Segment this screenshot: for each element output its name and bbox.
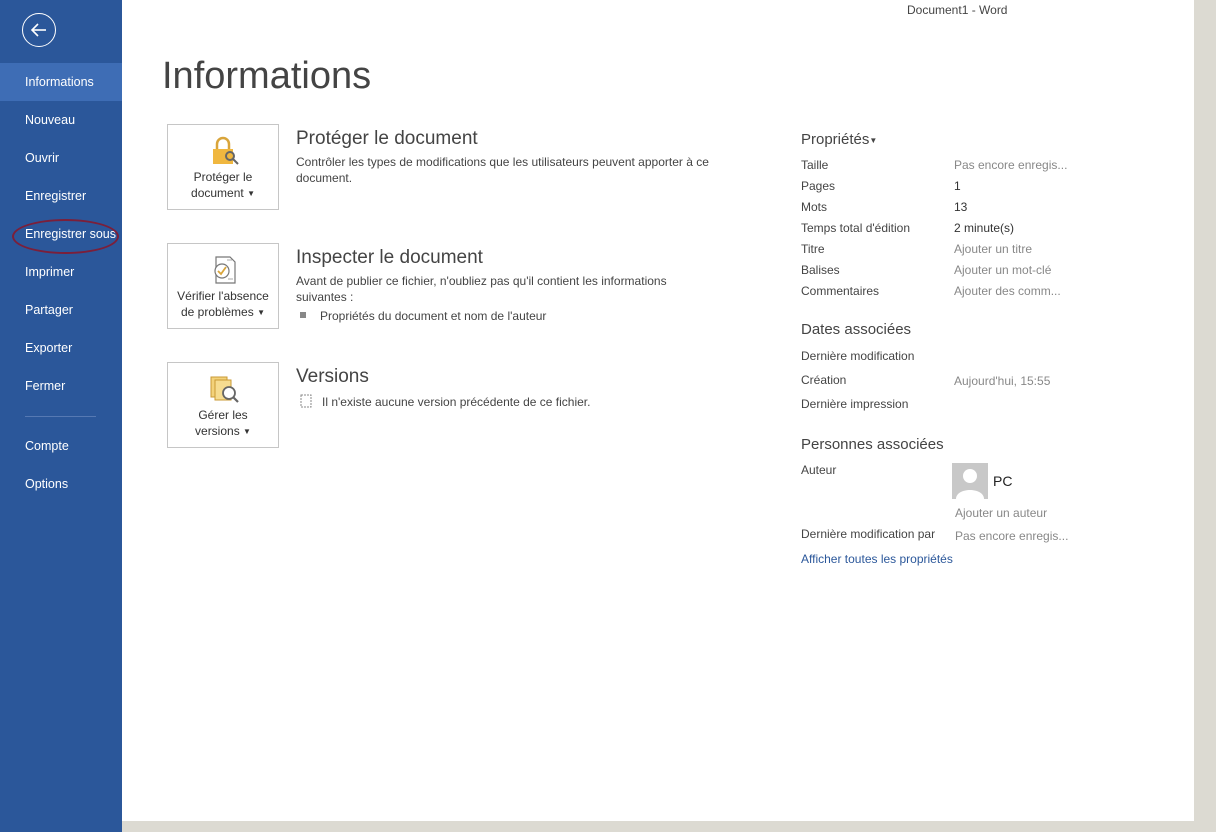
caret-down-icon: ▼ [869,136,878,145]
page-title: Informations [162,55,372,97]
last-modified-by-label: Dernière modification par [801,527,936,541]
caret-down-icon: ▼ [247,189,255,198]
versions-note: Il n'existe aucune version précédente de… [300,394,590,409]
section-desc-inspect: Avant de publier ce fichier, n'oubliez p… [296,274,667,304]
nav-partager[interactable]: Partager [0,291,122,329]
protect-document-button[interactable]: Protéger le document ▼ [167,124,279,210]
inspect-bullet: Propriétés du document et nom de l'auteu… [300,309,546,323]
check-issues-label: Vérifier l'absence de problèmes ▼ [177,289,269,319]
prop-value-balises[interactable]: Ajouter un mot-clé [954,263,1051,277]
protect-document-label: Protéger le document ▼ [191,170,255,200]
prop-label-pages: Pages [801,179,836,193]
backstage-main: Document1 - Word Informations Protéger l… [122,0,1194,821]
nav-separator [25,416,96,417]
last-modified-by-value: Pas encore enregis... [955,529,1069,543]
nav-ouvrir[interactable]: Ouvrir [0,139,122,177]
prop-value-commentaires[interactable]: Ajouter des comm... [954,284,1061,298]
author-label: Auteur [801,463,837,477]
nav-enregistrer[interactable]: Enregistrer [0,177,122,215]
prop-label-commentaires: Commentaires [801,284,880,298]
prop-label-mots: Mots [801,200,828,214]
back-button[interactable] [22,13,56,47]
prop-label-balises: Balises [801,263,840,277]
prop-value-temps: 2 minute(s) [954,221,1015,235]
nav-fermer[interactable]: Fermer [0,367,122,405]
date-value-creation: Aujourd'hui, 15:55 [954,374,1051,388]
inspect-document-icon [214,256,236,284]
manage-versions-icon [210,376,239,403]
prop-label-taille: Taille [801,158,829,172]
nav-exporter[interactable]: Exporter [0,329,122,367]
date-label-creation: Création [801,373,847,387]
check-issues-button[interactable]: Vérifier l'absence de problèmes ▼ [167,243,279,329]
section-title-inspect: Inspecter le document [296,247,483,268]
date-label-impression: Dernière impression [801,397,909,411]
nav-options[interactable]: Options [0,465,122,503]
author-name: PC [993,473,1013,489]
window-title: Document1 - Word [907,3,1008,17]
prop-value-taille: Pas encore enregis... [954,158,1068,172]
manage-versions-button[interactable]: Gérer les versions ▼ [167,362,279,448]
manage-versions-label: Gérer les versions ▼ [195,408,251,438]
backstage-sidebar: Informations Nouveau Ouvrir Enregistrer … [0,0,122,832]
date-label-modification: Dernière modification [801,349,915,363]
highlight-circle-annotation [12,219,119,254]
caret-down-icon: ▼ [257,308,265,317]
user-silhouette-icon [956,469,984,499]
section-title-versions: Versions [296,366,369,387]
nav-informations[interactable]: Informations [0,63,122,101]
properties-heading[interactable]: Propriétés▼ [801,131,877,148]
nav-imprimer[interactable]: Imprimer [0,253,122,291]
nav-compte[interactable]: Compte [0,427,122,465]
prop-value-titre[interactable]: Ajouter un titre [954,242,1032,256]
document-small-icon [300,394,312,408]
bullet-square-icon [300,312,306,318]
arrow-left-icon [30,23,46,37]
show-all-properties-link[interactable]: Afficher toutes les propriétés [801,552,953,566]
prop-value-pages: 1 [954,179,961,193]
dates-heading: Dates associées [801,321,912,338]
prop-label-temps: Temps total d'édition [801,221,911,235]
caret-down-icon: ▼ [243,427,251,436]
prop-value-mots: 13 [954,200,968,214]
lock-key-icon [213,136,239,165]
people-heading: Personnes associées [801,436,944,453]
section-desc-protect: Contrôler les types de modifications que… [296,155,709,185]
nav-nouveau[interactable]: Nouveau [0,101,122,139]
avatar[interactable] [952,463,988,499]
add-author-link[interactable]: Ajouter un auteur [955,506,1047,520]
prop-label-titre: Titre [801,242,825,256]
section-title-protect: Protéger le document [296,128,478,149]
